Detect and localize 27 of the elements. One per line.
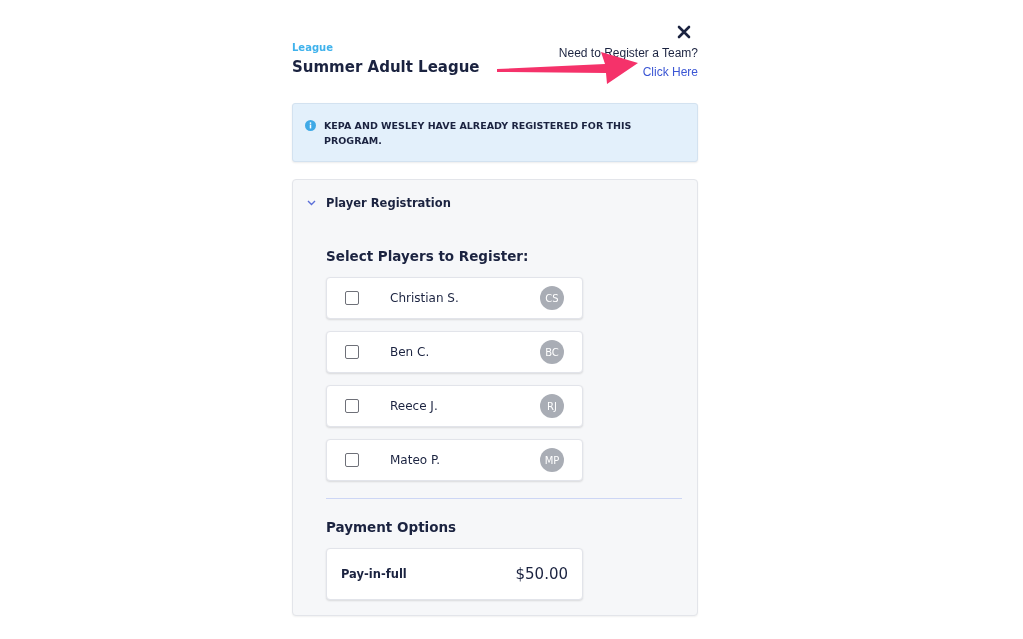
player-option[interactable]: Reece J. RJ [326,385,583,427]
avatar-initials: RJ [540,394,564,418]
checkbox[interactable] [345,345,359,359]
league-title: Summer Adult League [292,58,480,76]
avatar-initials: MP [540,448,564,472]
player-name: Reece J. [390,399,439,413]
panel-title: Player Registration [326,196,451,210]
checkbox[interactable] [345,291,359,305]
payment-option[interactable]: Pay-in-full $50.00 [326,548,583,600]
chevron-icon[interactable] [307,200,316,206]
notice-text: KEPA AND WESLEY HAVE ALREADY REGISTERED FOR THIS PROGRAM. [324,119,633,148]
player-option[interactable]: Mateo P. MP [326,439,583,481]
player-option[interactable]: Ben C. BC [326,331,583,373]
checkbox[interactable] [345,453,359,467]
close-icon[interactable] [677,24,691,38]
avatar-initials: CS [540,286,564,310]
payment-heading: Payment Options [326,519,458,535]
players-heading: Select Players to Register: [326,248,530,264]
player-name: Ben C. [390,345,431,359]
register-team-link[interactable]: Click Here [642,65,698,79]
checkbox[interactable] [345,399,359,413]
section-label: League [292,42,334,53]
info-icon [305,120,316,131]
avatar-initials: BC [540,340,564,364]
player-name: Mateo P. [390,453,442,467]
player-name: Christian S. [390,291,460,305]
player-option[interactable]: Christian S. CS [326,277,583,319]
